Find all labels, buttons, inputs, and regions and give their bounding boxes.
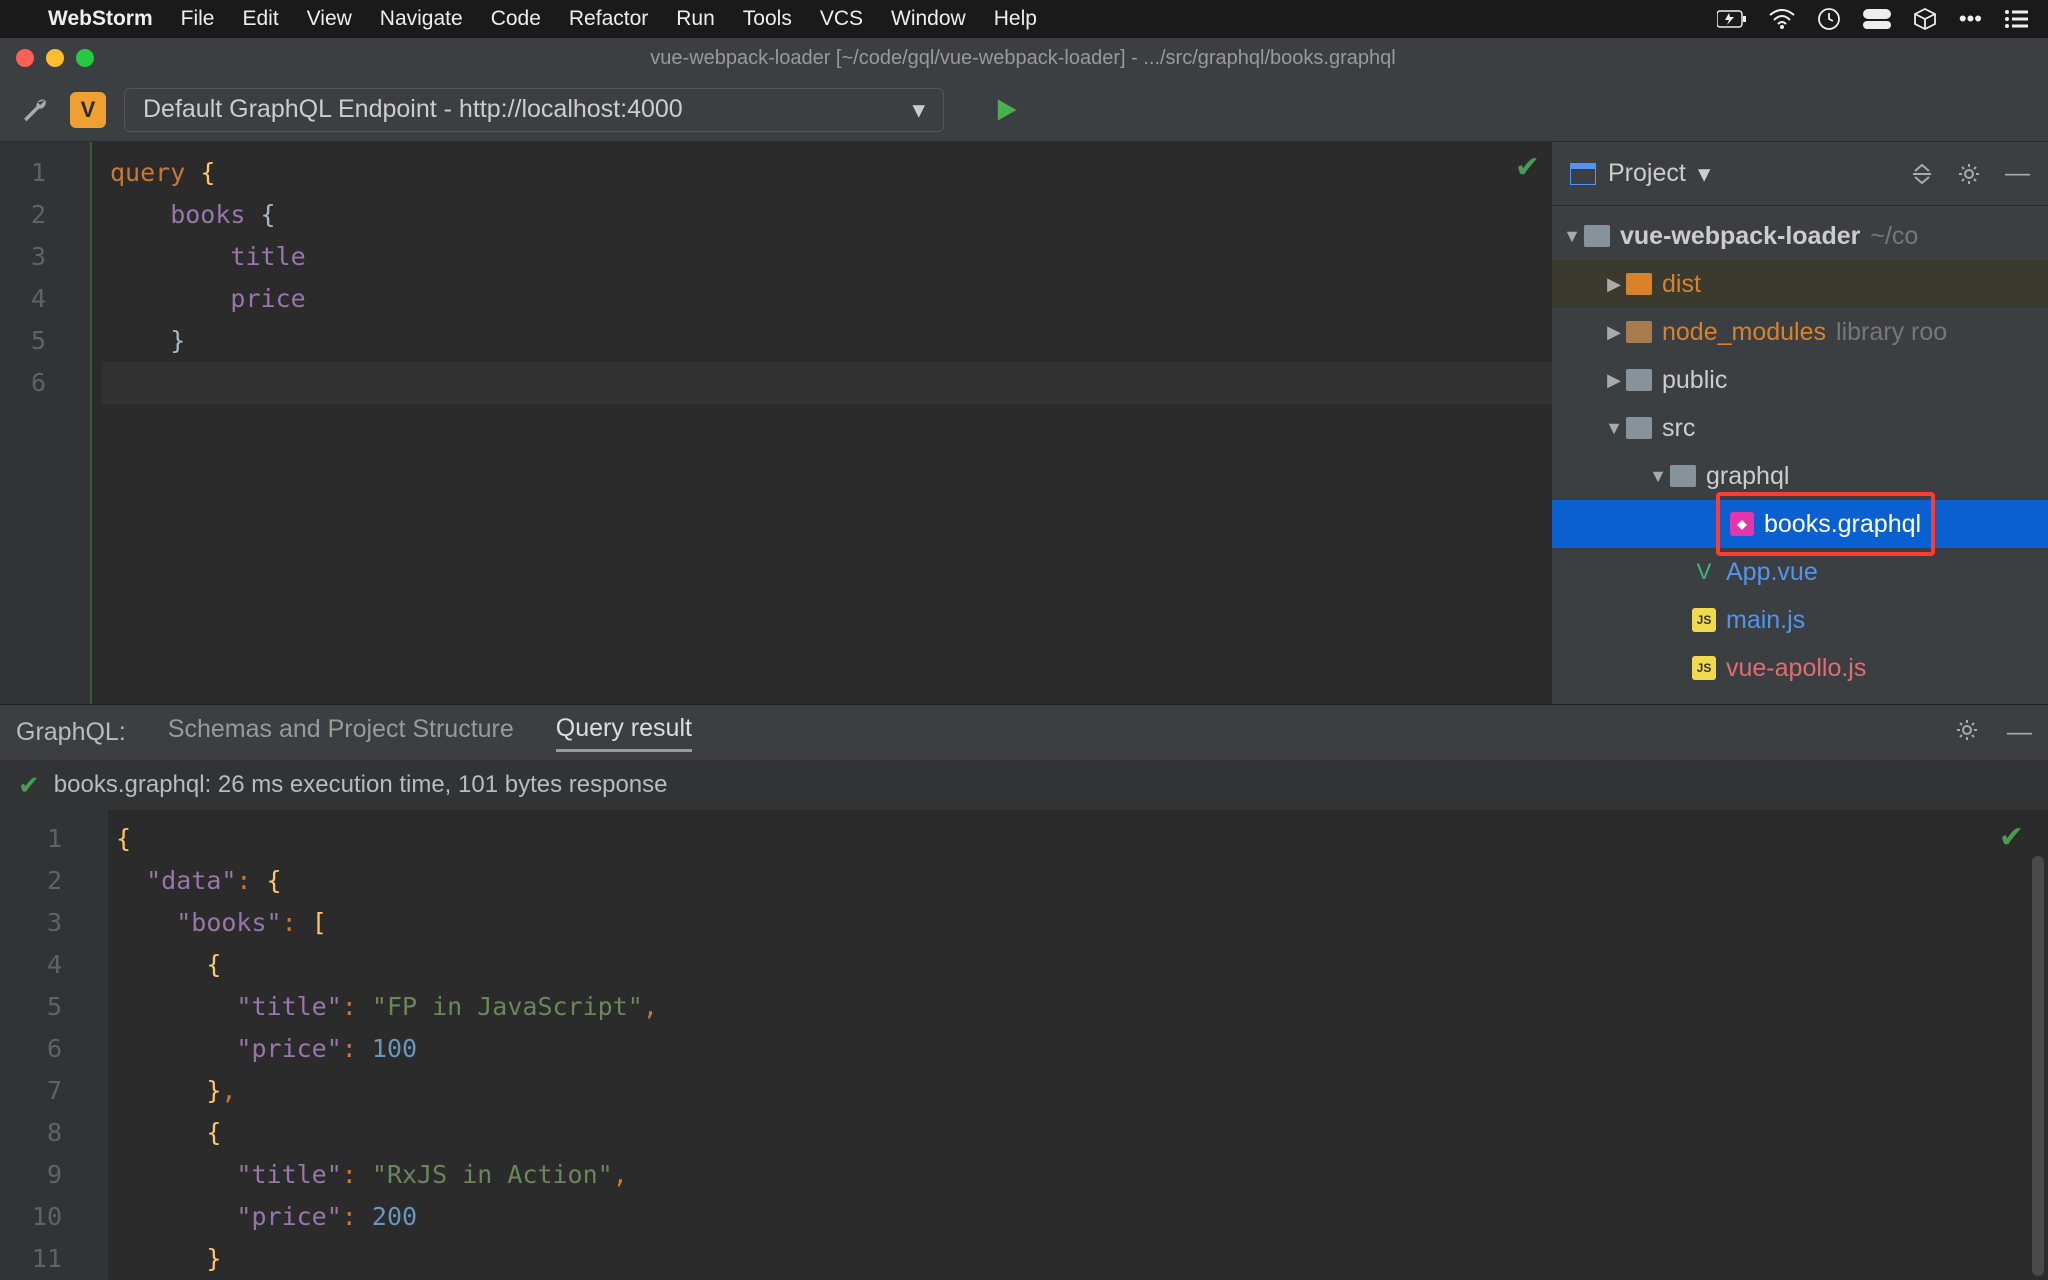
list-icon[interactable] <box>2004 9 2028 29</box>
battery-icon[interactable] <box>1717 10 1747 28</box>
indent-guide <box>90 142 102 704</box>
tree-vue-apollo[interactable]: JS vue-apollo.js <box>1552 644 2048 692</box>
minimize-panel-icon[interactable]: — <box>2005 159 2030 188</box>
project-sidebar: Project ▾ — ▼ vue-webpack-loader ~/co ▶ … <box>1552 142 2048 704</box>
sidebar-header: Project ▾ — <box>1552 142 2048 206</box>
tab-schemas[interactable]: Schemas and Project Structure <box>168 715 514 750</box>
editor-gutter: 123456 <box>0 142 56 704</box>
mac-menubar: WebStorm File Edit View Navigate Code Re… <box>0 0 2048 38</box>
query-status-text: books.graphql: 26 ms execution time, 101… <box>54 771 668 799</box>
menu-window[interactable]: Window <box>891 7 966 31</box>
result-gutter: 1234567891011 <box>0 810 74 1280</box>
menu-help[interactable]: Help <box>994 7 1037 31</box>
menu-view[interactable]: View <box>307 7 352 31</box>
inspection-ok-icon[interactable]: ✔ <box>1999 820 2024 855</box>
clock-icon[interactable] <box>1817 7 1841 31</box>
project-tree[interactable]: ▼ vue-webpack-loader ~/co ▶ dist ▶ node_… <box>1552 206 2048 698</box>
graphql-tabs: GraphQL: Schemas and Project Structure Q… <box>0 705 2048 760</box>
success-check-icon: ✔ <box>18 770 40 801</box>
window-title: vue-webpack-loader [~/code/gql/vue-webpa… <box>118 47 2048 70</box>
js-file-icon: JS <box>1692 656 1716 680</box>
tree-books-graphql[interactable]: ◆ books.graphql <box>1552 500 2048 548</box>
inspection-ok-icon[interactable]: ✔ <box>1515 150 1540 185</box>
menu-code[interactable]: Code <box>491 7 541 31</box>
endpoint-select[interactable]: Default GraphQL Endpoint - http://localh… <box>124 88 944 132</box>
menu-run[interactable]: Run <box>676 7 715 31</box>
graphql-tool-window: GraphQL: Schemas and Project Structure Q… <box>0 704 2048 1280</box>
chevron-down-icon: ▾ <box>912 95 925 125</box>
fullscreen-window-button[interactable] <box>76 49 94 67</box>
window-controls <box>16 49 94 67</box>
menu-file[interactable]: File <box>181 7 215 31</box>
gear-icon[interactable] <box>1957 162 1981 186</box>
fold-gutter <box>56 142 90 704</box>
tree-root[interactable]: ▼ vue-webpack-loader ~/co <box>1552 212 2048 260</box>
result-code[interactable]: { "data": { "books": [ { "title": "FP in… <box>108 810 2048 1280</box>
more-icon[interactable]: ••• <box>1959 6 1982 32</box>
result-editor[interactable]: 1234567891011 { "data": { "books": [ { "… <box>0 810 2048 1280</box>
menu-navigate[interactable]: Navigate <box>380 7 463 31</box>
endpoint-label: Default GraphQL Endpoint - http://localh… <box>143 95 683 124</box>
run-query-button[interactable] <box>992 96 1020 124</box>
graphql-file-icon: ◆ <box>1730 512 1754 536</box>
close-window-button[interactable] <box>16 49 34 67</box>
minimize-panel-icon[interactable]: — <box>2007 718 2032 747</box>
collapse-icon[interactable] <box>1911 163 1933 185</box>
toggle-icon[interactable] <box>1863 9 1891 29</box>
wifi-icon[interactable] <box>1769 9 1795 29</box>
sidebar-title[interactable]: Project <box>1608 159 1686 188</box>
menu-refactor[interactable]: Refactor <box>569 7 648 31</box>
tab-query-result[interactable]: Query result <box>556 714 692 752</box>
tree-dist[interactable]: ▶ dist <box>1552 260 2048 308</box>
titlebar: vue-webpack-loader [~/code/gql/vue-webpa… <box>0 38 2048 78</box>
mac-status-icons: ••• <box>1717 6 2028 32</box>
tree-public[interactable]: ▶ public <box>1552 356 2048 404</box>
vue-file-icon: V <box>1692 560 1716 584</box>
box-icon[interactable] <box>1913 7 1937 31</box>
main-row: 123456 query { books { title price }} ✔ … <box>0 142 2048 704</box>
variables-icon[interactable]: V <box>70 92 106 128</box>
graphql-label: GraphQL: <box>16 718 126 747</box>
query-status-bar: ✔ books.graphql: 26 ms execution time, 1… <box>0 760 2048 810</box>
tree-src[interactable]: ▼ src <box>1552 404 2048 452</box>
settings-wrench-icon[interactable] <box>16 92 52 128</box>
tree-main-js[interactable]: JS main.js <box>1552 596 2048 644</box>
js-file-icon: JS <box>1692 608 1716 632</box>
current-line-highlight <box>102 362 1552 404</box>
tree-app-vue[interactable]: V App.vue <box>1552 548 2048 596</box>
menu-vcs[interactable]: VCS <box>820 7 863 31</box>
app-name[interactable]: WebStorm <box>48 7 153 31</box>
project-tool-icon <box>1570 163 1596 185</box>
gear-icon[interactable] <box>1955 718 1979 747</box>
chevron-down-icon[interactable]: ▾ <box>1698 159 1711 189</box>
tree-node-modules[interactable]: ▶ node_modules library roo <box>1552 308 2048 356</box>
result-fold-gutter <box>74 810 108 1280</box>
minimize-window-button[interactable] <box>46 49 64 67</box>
vertical-scrollbar[interactable] <box>2032 856 2044 1276</box>
code-editor[interactable]: 123456 query { books { title price }} ✔ <box>0 142 1552 704</box>
menu-edit[interactable]: Edit <box>242 7 278 31</box>
code-area[interactable]: query { books { title price }} <box>102 142 1552 704</box>
menu-tools[interactable]: Tools <box>743 7 792 31</box>
toolbar: V Default GraphQL Endpoint - http://loca… <box>0 78 2048 142</box>
